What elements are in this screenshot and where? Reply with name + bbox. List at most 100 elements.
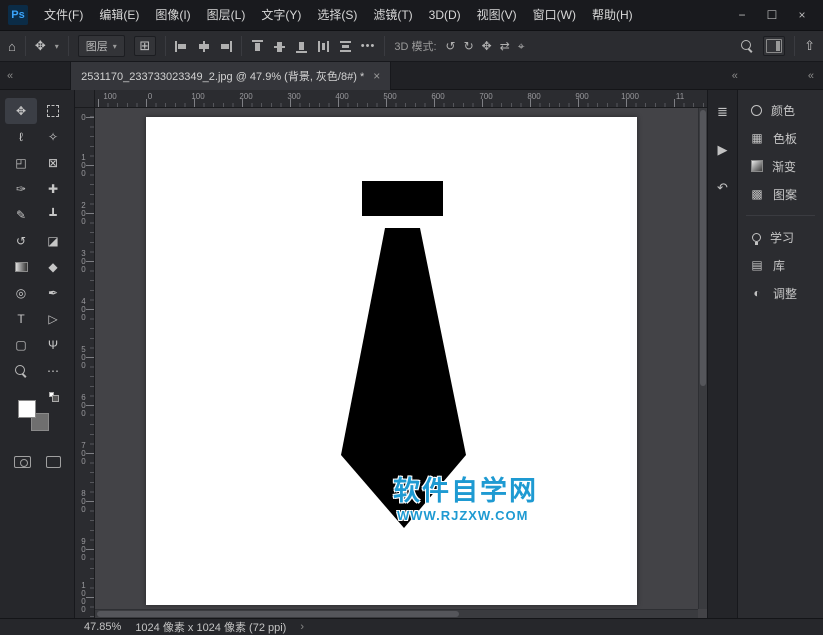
panel-tab-swatches[interactable]: ▦ 色板 — [738, 124, 823, 152]
search-icon[interactable] — [741, 40, 754, 53]
3d-slide-icon[interactable]: ⇄ — [500, 39, 510, 54]
align-center-horizontal-icon[interactable] — [197, 40, 210, 53]
move-tool-preset-icon[interactable]: ✥ — [35, 38, 46, 54]
tool-hand[interactable]: Ψ — [37, 332, 69, 358]
horizontal-scrollbar[interactable] — [95, 609, 698, 618]
tool-frame[interactable]: ⊠ — [37, 150, 69, 176]
quick-mask-icon[interactable] — [14, 456, 31, 468]
pasteboard: 软件自学网 WWW.RJZXW.COM — [95, 108, 707, 618]
tool-quick-select[interactable]: ✧ — [37, 124, 69, 150]
align-middle-icon[interactable] — [273, 40, 286, 53]
vertical-scrollbar[interactable] — [698, 108, 707, 609]
align-bottom-icon[interactable] — [295, 40, 308, 53]
menu-select[interactable]: 选择(S) — [309, 0, 365, 30]
more-align-options-button[interactable]: ••• — [361, 40, 376, 52]
tool-type[interactable]: T — [5, 306, 37, 332]
vertical-scrollbar-thumb[interactable] — [700, 110, 706, 386]
history-panel-icon[interactable]: ↶ — [717, 180, 728, 196]
menu-help[interactable]: 帮助(H) — [584, 0, 641, 30]
tool-lasso[interactable]: ℓ — [5, 124, 37, 150]
gradients-panel-icon — [751, 160, 763, 172]
actions-panel-icon[interactable]: ▶ — [718, 142, 728, 158]
document-tab[interactable]: 2531170_233733023349_2.jpg @ 47.9% (背景, … — [70, 62, 391, 90]
tab-close-icon[interactable]: × — [373, 69, 380, 83]
tool-path-select[interactable]: ▷ — [37, 306, 69, 332]
patterns-panel-icon: ▩ — [750, 187, 764, 201]
3d-orbit-icon[interactable]: ↺ — [446, 39, 456, 54]
healing-tool-icon: ✚ — [48, 182, 58, 196]
status-options-chevron-icon[interactable]: › — [300, 621, 304, 633]
libraries-panel-icon: ▤ — [750, 258, 764, 272]
minimize-button[interactable]: − — [727, 0, 757, 30]
menu-type[interactable]: 文字(Y) — [253, 0, 309, 30]
collapse-tools-icon[interactable]: « — [0, 70, 20, 82]
tool-more[interactable]: ⋯ — [37, 358, 69, 384]
menu-edit[interactable]: 编辑(E) — [91, 0, 147, 30]
menu-view[interactable]: 视图(V) — [469, 0, 525, 30]
collapse-dock-strip-icon[interactable]: « — [725, 70, 745, 82]
maximize-button[interactable]: ☐ — [757, 0, 787, 30]
3d-dolly-icon[interactable]: ⌖ — [518, 39, 525, 54]
divider — [68, 36, 69, 56]
home-icon[interactable]: ⌂ — [8, 39, 16, 54]
tool-crop[interactable]: ◰ — [5, 150, 37, 176]
tool-shape[interactable]: ▢ — [5, 332, 37, 358]
align-right-icon[interactable] — [219, 40, 232, 53]
menu-image[interactable]: 图像(I) — [147, 0, 198, 30]
tool-marquee[interactable] — [37, 98, 69, 124]
distribute-vertical-icon[interactable] — [339, 40, 352, 53]
tool-gradient[interactable] — [5, 254, 37, 280]
horizontal-scrollbar-thumb[interactable] — [97, 611, 459, 617]
tool-pen[interactable]: ✒ — [37, 280, 69, 306]
menu-3d[interactable]: 3D(D) — [421, 0, 469, 30]
align-top-icon[interactable] — [251, 40, 264, 53]
tool-history-brush[interactable]: ↺ — [5, 228, 37, 254]
distribute-horizontal-icon[interactable] — [317, 40, 330, 53]
menu-layer[interactable]: 图层(L) — [199, 0, 254, 30]
menu-file[interactable]: 文件(F) — [36, 0, 91, 30]
panel-tab-patterns[interactable]: ▩ 图案 — [738, 180, 823, 208]
layer-select-dropdown[interactable]: 图层 ▾ — [78, 35, 125, 57]
panel-tab-gradients[interactable]: 渐变 — [738, 152, 823, 180]
tool-brush[interactable]: ✎ — [5, 202, 37, 228]
document-canvas[interactable]: 软件自学网 WWW.RJZXW.COM — [146, 117, 637, 605]
foreground-color-swatch[interactable] — [18, 400, 36, 418]
status-bar: 47.85% 1024 像素 x 1024 像素 (72 ppi) › — [0, 618, 823, 634]
3d-pan-icon[interactable]: ✥ — [482, 39, 492, 54]
tool-healing[interactable]: ✚ — [37, 176, 69, 202]
menu-filter[interactable]: 滤镜(T) — [365, 0, 420, 30]
properties-panel-icon[interactable]: ≣ — [717, 104, 728, 120]
default-colors-icon[interactable] — [49, 392, 54, 397]
tool-dodge[interactable]: ◎ — [5, 280, 37, 306]
tool-move[interactable]: ✥ — [5, 98, 37, 124]
show-transform-controls-button[interactable]: ⊞ — [134, 36, 156, 56]
ruler-number: 500 — [79, 345, 88, 369]
tool-eyedropper[interactable]: ✑ — [5, 176, 37, 202]
panel-tab-adjustments[interactable]: ◐ 调整 — [738, 279, 823, 307]
ruler-number: 400 — [335, 92, 348, 101]
panel-tab-learn[interactable]: 学习 — [738, 223, 823, 251]
3d-mode-label: 3D 模式: — [394, 38, 436, 54]
ruler-number: 0 — [148, 92, 152, 101]
tool-clone-stamp[interactable]: ┻ — [37, 202, 69, 228]
color-panel-icon — [751, 105, 762, 116]
panel-tab-libraries[interactable]: ▤ 库 — [738, 251, 823, 279]
zoom-level-field[interactable]: 47.85% — [84, 621, 121, 633]
workspace-switcher-button[interactable] — [763, 36, 785, 56]
screen-mode-icon[interactable] — [46, 456, 61, 468]
chevron-down-icon[interactable]: ▾ — [55, 42, 59, 51]
brush-tool-icon: ✎ — [16, 208, 26, 222]
shape-tool-icon: ▢ — [15, 338, 26, 352]
tool-blur[interactable]: ◆ — [37, 254, 69, 280]
align-left-icon[interactable] — [175, 40, 188, 53]
menu-window[interactable]: 窗口(W) — [525, 0, 584, 30]
tool-eraser[interactable]: ◪ — [37, 228, 69, 254]
close-button[interactable]: × — [787, 0, 817, 30]
share-icon[interactable]: ⇧ — [804, 38, 815, 54]
ruler-number: 11 — [676, 92, 684, 101]
document-size-info[interactable]: 1024 像素 x 1024 像素 (72 ppi) — [135, 619, 286, 635]
panel-tab-color[interactable]: 颜色 — [738, 96, 823, 124]
3d-roll-icon[interactable]: ↻ — [464, 39, 474, 54]
tool-zoom[interactable] — [5, 358, 37, 384]
collapse-dock-panel-icon[interactable]: « — [801, 70, 821, 82]
